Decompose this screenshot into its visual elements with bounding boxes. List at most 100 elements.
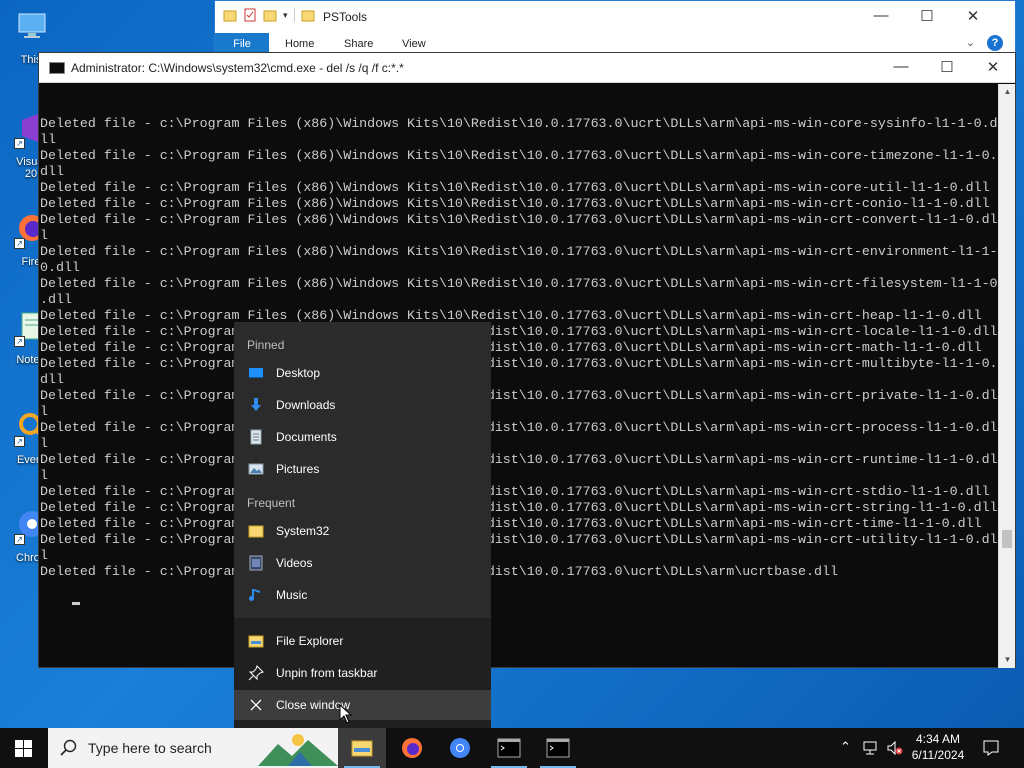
minimize-button[interactable]: —: [891, 58, 911, 75]
cmd-window[interactable]: Administrator: C:\Windows\system32\cmd.e…: [38, 52, 1016, 668]
file-explorer-icon: [351, 740, 373, 757]
explorer-titlebar[interactable]: ▾ PSTools — ☐ ✕: [215, 1, 1015, 33]
close-button[interactable]: ✕: [963, 7, 983, 25]
console-line: Deleted file - c:\Program Files (x86)\Wi…: [40, 116, 998, 131]
network-icon[interactable]: [862, 740, 880, 756]
volume-muted-icon[interactable]: [886, 740, 904, 756]
console-line: Deleted file - c:\Program Files (x86)\Wi…: [40, 180, 990, 195]
shortcut-arrow-icon: ↗: [14, 336, 25, 347]
close-button[interactable]: ✕: [983, 58, 1003, 76]
console-line: Deleted file - c:\Program Files (x86)\Wi…: [40, 340, 982, 355]
music-icon: [249, 589, 260, 601]
scroll-down-icon[interactable]: ▼: [999, 652, 1016, 668]
maximize-button[interactable]: ☐: [937, 58, 957, 76]
show-hidden-icons-chevron-up-icon[interactable]: ⌃: [840, 739, 851, 755]
cmd-app-icon[interactable]: [49, 62, 65, 74]
folder-icon: [248, 525, 264, 538]
close-icon: [250, 699, 262, 711]
pinned-header: Pinned: [247, 338, 285, 352]
console-line: l: [40, 404, 48, 419]
file-explorer-icon: [248, 635, 264, 648]
properties-icon[interactable]: [243, 8, 257, 22]
console-line: Deleted file - c:\Program Files (x86)\Wi…: [40, 484, 990, 499]
frequent-header: Frequent: [247, 496, 296, 510]
unpin-icon: [248, 665, 264, 681]
taskbar-chrome[interactable]: [436, 728, 484, 768]
search-box[interactable]: Type here to search: [48, 728, 338, 768]
jumplist-item-documents[interactable]: Documents: [234, 422, 491, 452]
jumplist-item-unpin[interactable]: Unpin from taskbar: [234, 658, 491, 688]
console-line: Deleted file - c:\Program Files (x86)\Wi…: [40, 276, 998, 291]
console-line: Deleted file - c:\Program Files (x86)\Wi…: [40, 420, 998, 435]
windows-logo-icon: [15, 740, 32, 757]
jumplist-item-videos[interactable]: Videos: [234, 548, 491, 578]
jumplist-item-pictures[interactable]: Pictures: [234, 454, 491, 484]
taskbar-file-explorer[interactable]: [338, 728, 386, 768]
console-line: Deleted file - c:\Program Files (x86)\Wi…: [40, 356, 998, 371]
console-line: Deleted file - c:\Program Files (x86)\Wi…: [40, 308, 982, 323]
console-line: Deleted file - c:\Program Files (x86)\Wi…: [40, 564, 838, 579]
videos-icon: [249, 555, 263, 571]
shortcut-arrow-icon: ↗: [14, 534, 25, 545]
documents-icon: [250, 429, 262, 445]
taskbar: Type here to search ⌃ 4:34 AM 6/11/2024: [0, 728, 1024, 768]
scroll-thumb[interactable]: [1002, 530, 1012, 548]
cmd-titlebar[interactable]: Administrator: C:\Windows\system32\cmd.e…: [39, 53, 1015, 83]
quick-access-toolbar: ▾: [223, 8, 315, 22]
mouse-cursor-icon: [339, 704, 353, 724]
console-line: Deleted file - c:\Program Files (x86)\Wi…: [40, 532, 998, 547]
desktop-icon: [249, 368, 263, 378]
cmd-icon: [497, 738, 521, 758]
jumplist-item-file-explorer[interactable]: File Explorer: [234, 626, 491, 656]
jumplist-item-close-window[interactable]: Close window: [234, 690, 491, 720]
explorer-window[interactable]: ▾ PSTools — ☐ ✕ File Home Share View ⌄ ?: [214, 0, 1016, 60]
console-line: Deleted file - c:\Program Files (x86)\Wi…: [40, 516, 982, 531]
shortcut-arrow-icon: ↗: [14, 138, 25, 149]
vertical-scrollbar[interactable]: ▲ ▼: [998, 84, 1015, 668]
maximize-button[interactable]: ☐: [917, 7, 937, 25]
console-line: Deleted file - c:\Program Files (x86)\Wi…: [40, 244, 998, 259]
start-button[interactable]: [0, 728, 48, 768]
taskbar-firefox[interactable]: [388, 728, 436, 768]
jumplist-item-downloads[interactable]: Downloads: [234, 390, 491, 420]
taskbar-cmd-2[interactable]: [534, 728, 582, 768]
taskbar-jump-list: Pinned Desktop Downloads Documents Pictu…: [234, 322, 491, 728]
console-line: Deleted file - c:\Program Files (x86)\Wi…: [40, 388, 998, 403]
pictures-icon: [248, 463, 264, 475]
jumplist-item-system32[interactable]: System32: [234, 516, 491, 546]
help-icon[interactable]: ?: [987, 35, 1003, 51]
console-lines: Deleted file - c:\Program Files (x86)\Wi…: [40, 116, 999, 580]
shortcut-arrow-icon: ↗: [14, 238, 25, 249]
jumplist-item-music[interactable]: Music: [234, 580, 491, 610]
folder-icon[interactable]: [223, 8, 237, 22]
search-placeholder: Type here to search: [88, 740, 212, 756]
firefox-icon: [402, 738, 422, 758]
computer-icon: [18, 13, 46, 38]
cmd-title: Administrator: C:\Windows\system32\cmd.e…: [71, 61, 404, 75]
explorer-title: PSTools: [323, 10, 368, 24]
divider: [293, 8, 295, 22]
minimize-button[interactable]: —: [871, 7, 891, 24]
jumplist-item-desktop[interactable]: Desktop: [234, 358, 491, 388]
chrome-icon: [450, 738, 470, 758]
console-line: l: [40, 228, 48, 243]
new-folder-icon[interactable]: [263, 8, 277, 22]
clock[interactable]: 4:34 AM 6/11/2024: [908, 731, 968, 763]
console-line: Deleted file - c:\Program Files (x86)\Wi…: [40, 500, 998, 515]
console-line: Deleted file - c:\Program Files (x86)\Wi…: [40, 212, 998, 227]
chevron-down-icon[interactable]: ⌄: [966, 36, 975, 49]
console-line: dll: [40, 372, 64, 387]
console-line: l: [40, 548, 48, 563]
console-line: l: [40, 436, 48, 451]
taskbar-cmd-1[interactable]: [485, 728, 533, 768]
customize-toolbar-icon[interactable]: ▾: [283, 10, 288, 21]
console-line: ll: [40, 132, 56, 147]
notifications-icon[interactable]: [982, 739, 1000, 757]
scroll-up-icon[interactable]: ▲: [999, 84, 1016, 100]
console-line: Deleted file - c:\Program Files (x86)\Wi…: [40, 324, 998, 339]
console-output[interactable]: Deleted file - c:\Program Files (x86)\Wi…: [39, 84, 999, 668]
folder-icon: [301, 10, 315, 22]
search-icon: [60, 739, 77, 756]
search-highlight-illustration: [258, 734, 338, 766]
console-line: Deleted file - c:\Program Files (x86)\Wi…: [40, 452, 998, 467]
